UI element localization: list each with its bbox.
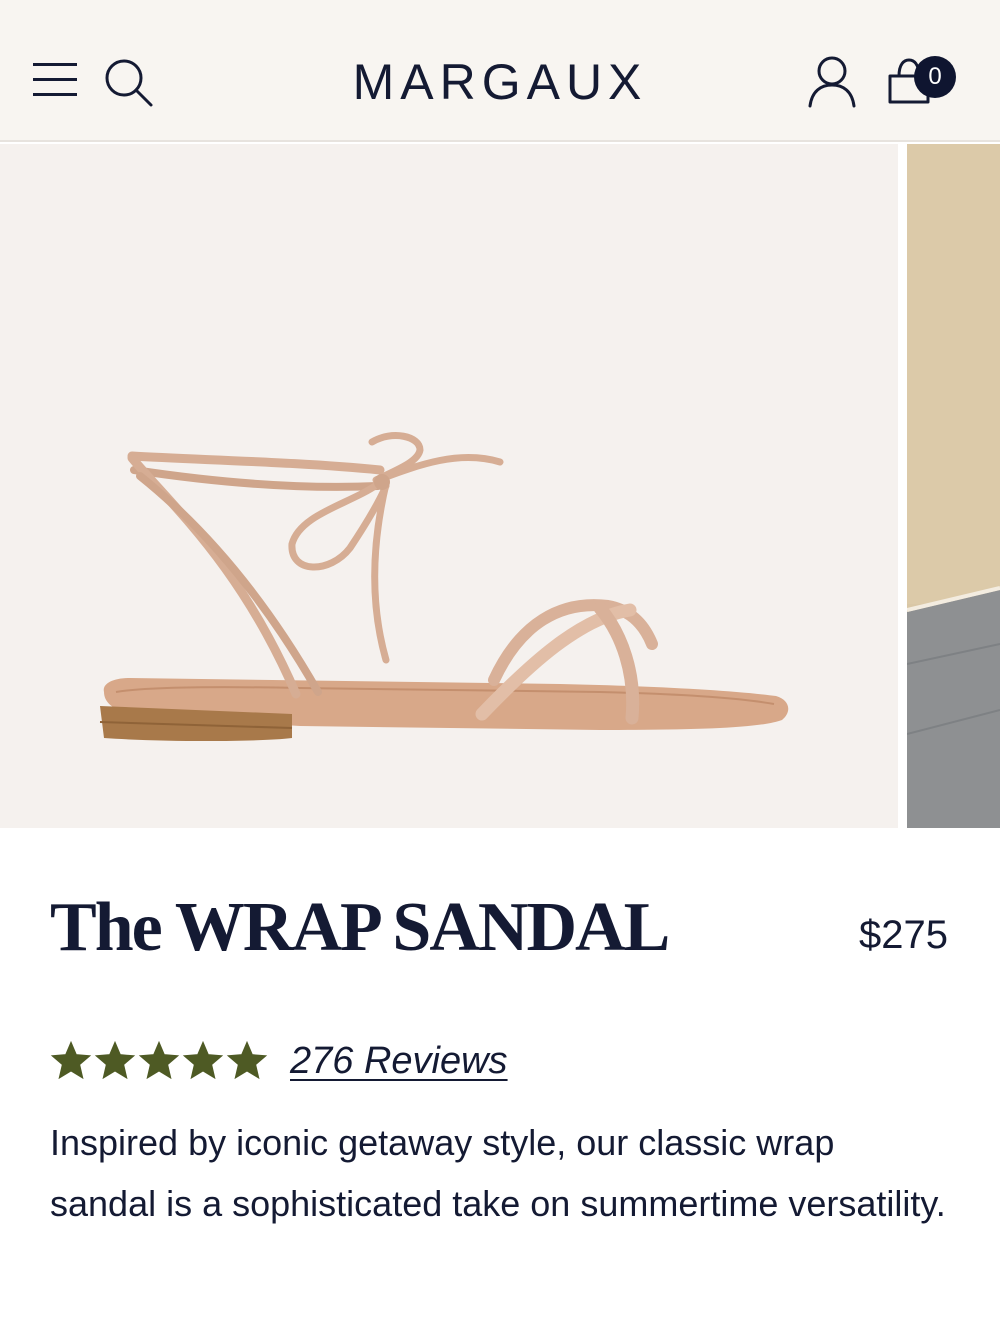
- shopping-bag-icon[interactable]: 0: [882, 52, 962, 112]
- wrap-sandal-image: [99, 432, 789, 741]
- product-image[interactable]: [0, 144, 898, 828]
- lifestyle-image: [907, 144, 1000, 828]
- product-price: $275: [859, 913, 948, 957]
- product-description: Inspired by iconic getaway style, our cl…: [50, 1122, 946, 1224]
- search-icon[interactable]: [100, 54, 156, 110]
- product-rating: 276 Reviews: [50, 1036, 508, 1086]
- cart-count-badge: 0: [914, 56, 956, 98]
- product-title: The WRAP SANDAL: [50, 889, 670, 966]
- reviews-link[interactable]: 276 Reviews: [290, 1040, 508, 1083]
- site-header: MARGAUX 0: [0, 0, 1000, 142]
- star-icon: [50, 1040, 92, 1080]
- star-icon: [182, 1040, 224, 1080]
- product-image-gallery[interactable]: [0, 144, 1000, 828]
- star-icon: [138, 1040, 180, 1080]
- star-rating: [50, 1040, 268, 1082]
- next-product-image-preview[interactable]: [907, 144, 1000, 828]
- star-icon: [226, 1040, 268, 1080]
- star-icon: [94, 1040, 136, 1080]
- user-icon[interactable]: [804, 54, 860, 110]
- hamburger-menu-icon[interactable]: [30, 58, 80, 104]
- brand-logo[interactable]: MARGAUX: [250, 52, 750, 112]
